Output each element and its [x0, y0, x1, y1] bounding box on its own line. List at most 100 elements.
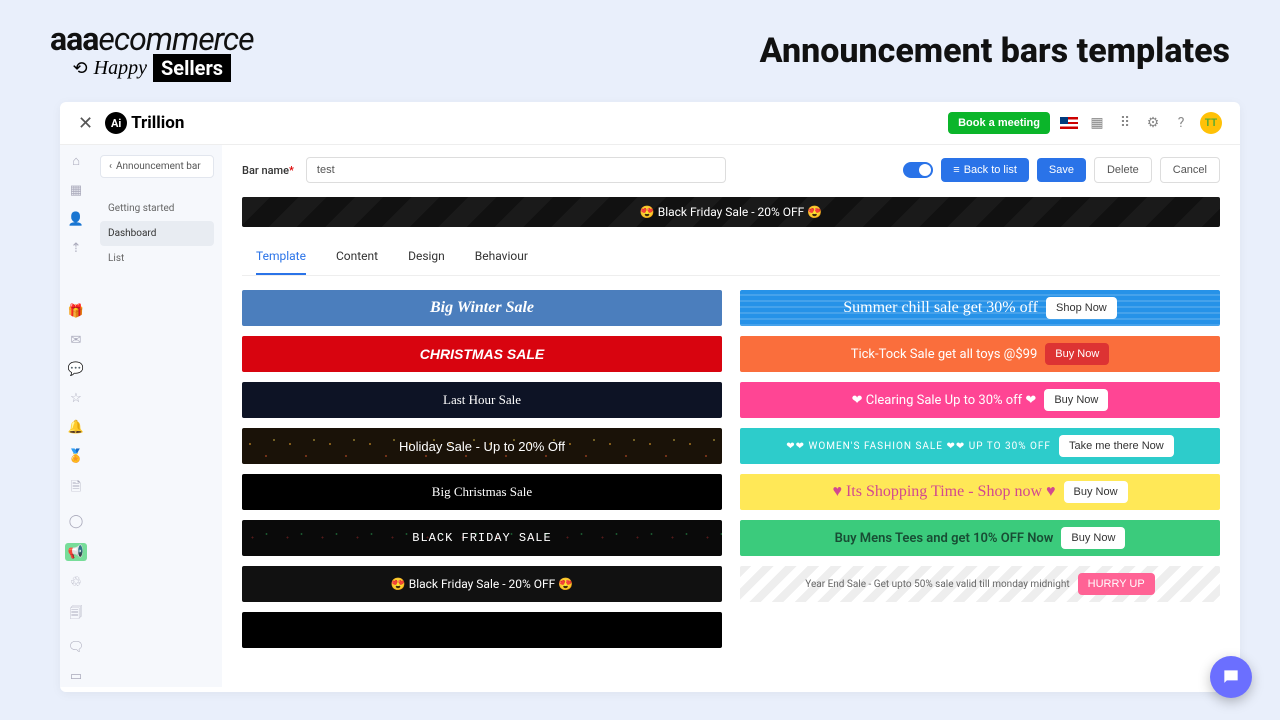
- template-bar-text: CHRISTMAS SALE: [420, 346, 544, 362]
- template-bar-text: BLACK FRIDAY SALE: [412, 531, 551, 545]
- home-icon[interactable]: ⌂: [72, 153, 80, 169]
- brand-happy: Happy: [94, 57, 147, 80]
- template-bar[interactable]: ❤ Clearing Sale Up to 30% off ❤ Buy Now: [740, 382, 1220, 418]
- template-bar-text: ♥ Its Shopping Time - Shop now ♥: [832, 483, 1055, 501]
- active-toggle[interactable]: [903, 162, 933, 178]
- template-bar[interactable]: ♥ Its Shopping Time - Shop now ♥ Buy Now: [740, 474, 1220, 510]
- megaphone-icon[interactable]: 📢: [65, 543, 87, 561]
- brand-arrow-icon: ⟲: [73, 58, 88, 79]
- cancel-button[interactable]: Cancel: [1160, 157, 1220, 183]
- app-logo[interactable]: Ai Trillion: [105, 112, 184, 134]
- news-icon[interactable]: ▦: [1088, 114, 1106, 132]
- grid-icon[interactable]: ▦: [70, 183, 82, 198]
- brand-sellers: Sellers: [153, 54, 231, 82]
- template-bar[interactable]: Big Christmas Sale: [242, 474, 722, 510]
- sidebar-item-getting-started[interactable]: Getting started: [100, 196, 214, 221]
- icon-strip: ⌂ ▦ 👤 ⇡ 🎁 ✉ 💬 ☆ 🔔 🏅 🗎 ◯ 📢 ♲ 🗐 🗨 ▭: [60, 145, 92, 687]
- topbar: ✕ Ai Trillion Book a meeting ▦ ⠿ ⚙ ? TT: [60, 102, 1240, 145]
- message-icon[interactable]: 💬: [68, 362, 84, 377]
- template-cta-button[interactable]: Buy Now: [1064, 481, 1128, 503]
- chart-icon[interactable]: ⇡: [71, 241, 82, 256]
- template-cta-button[interactable]: Shop Now: [1046, 297, 1117, 319]
- sidebar-back-label: Announcement bar: [116, 161, 201, 172]
- bar-name-label: Bar name*: [242, 164, 294, 177]
- templates-grid: Big Winter Sale CHRISTMAS SALE Last Hour S…: [242, 290, 1220, 648]
- settings-icon[interactable]: ⚙: [1144, 114, 1162, 132]
- template-bar-text: Big Winter Sale: [430, 299, 534, 317]
- template-bar-text: Big Christmas Sale: [432, 484, 532, 500]
- bell-icon[interactable]: 🔔: [68, 420, 84, 435]
- template-bar-text: ❤ Clearing Sale Up to 30% off ❤: [852, 393, 1037, 408]
- page-title: Announcement bars templates: [760, 31, 1230, 71]
- template-bar[interactable]: Tick-Tock Sale get all toys @$99 Buy Now: [740, 336, 1220, 372]
- template-bar-text: Holiday Sale - Up to 20% Off: [399, 439, 565, 454]
- template-bar[interactable]: Big Winter Sale: [242, 290, 722, 326]
- template-cta-button[interactable]: Buy Now: [1044, 389, 1108, 411]
- template-bar[interactable]: [242, 612, 722, 648]
- logo-ai-badge: Ai: [105, 112, 127, 134]
- sidebar-back-button[interactable]: ‹ Announcement bar: [100, 155, 214, 178]
- close-icon[interactable]: ✕: [78, 113, 93, 134]
- template-cta-button[interactable]: Buy Now: [1045, 343, 1109, 365]
- logo-text: Trillion: [131, 113, 184, 133]
- controls-row: Bar name* ≡ Back to list Save Delete Can…: [242, 157, 1220, 183]
- sidebar: ‹ Announcement bar Getting startedDashbo…: [92, 145, 222, 687]
- templates-col-right: Summer chill sale get 30% off Shop Now Tic…: [740, 290, 1220, 648]
- template-bar-text: Summer chill sale get 30% off: [843, 299, 1038, 317]
- doc-icon[interactable]: 🗎: [71, 478, 81, 500]
- preview-bar: 😍 Black Friday Sale - 20% OFF 😍: [242, 197, 1220, 227]
- delete-button[interactable]: Delete: [1094, 157, 1152, 183]
- chat2-icon[interactable]: 🗨: [68, 640, 85, 655]
- list-icon: ≡: [953, 164, 959, 176]
- file-icon[interactable]: 🗐: [70, 604, 83, 626]
- mail-icon[interactable]: ✉: [71, 333, 82, 348]
- window-icon[interactable]: ▭: [70, 669, 82, 684]
- circle-icon[interactable]: ◯: [69, 514, 84, 529]
- tabs: Template Content Design Behaviour: [242, 239, 1220, 276]
- template-bar[interactable]: CHRISTMAS SALE: [242, 336, 722, 372]
- avatar[interactable]: TT: [1200, 112, 1222, 134]
- template-bar[interactable]: 😍 Black Friday Sale - 20% OFF 😍: [242, 566, 722, 602]
- save-button[interactable]: Save: [1037, 158, 1086, 182]
- template-bar-text: Tick-Tock Sale get all toys @$99: [851, 347, 1038, 362]
- bar-name-input[interactable]: [306, 157, 726, 183]
- template-bar-text: 😍 Black Friday Sale - 20% OFF 😍: [391, 577, 573, 591]
- template-cta-button[interactable]: Take me there Now: [1059, 435, 1174, 457]
- template-bar-text: ❤❤ WOMEN'S FASHION SALE ❤❤ UP TO 30% OFF: [786, 441, 1051, 452]
- help-icon[interactable]: ?: [1172, 114, 1190, 132]
- template-bar[interactable]: Holiday Sale - Up to 20% Off: [242, 428, 722, 464]
- template-bar[interactable]: Last Hour Sale: [242, 382, 722, 418]
- template-cta-button[interactable]: Buy Now: [1061, 527, 1125, 549]
- sidebar-item-dashboard[interactable]: Dashboard: [100, 221, 214, 246]
- template-bar[interactable]: Summer chill sale get 30% off Shop Now: [740, 290, 1220, 326]
- back-to-list-label: Back to list: [964, 164, 1017, 176]
- back-to-list-button[interactable]: ≡ Back to list: [941, 158, 1029, 182]
- flag-icon[interactable]: [1060, 117, 1078, 129]
- user-icon[interactable]: 👤: [68, 212, 84, 227]
- tab-design[interactable]: Design: [408, 239, 445, 275]
- gift-icon[interactable]: 🎁: [68, 304, 84, 319]
- template-cta-button[interactable]: HURRY UP: [1078, 573, 1155, 595]
- template-bar-text: Buy Mens Tees and get 10% OFF Now: [835, 531, 1054, 546]
- sidebar-item-list[interactable]: List: [100, 246, 214, 271]
- apps-icon[interactable]: ⠿: [1116, 114, 1134, 132]
- template-bar[interactable]: Year End Sale - Get upto 50% sale valid …: [740, 566, 1220, 602]
- template-bar[interactable]: BLACK FRIDAY SALE: [242, 520, 722, 556]
- tree-icon[interactable]: ♲: [70, 575, 82, 590]
- tab-template[interactable]: Template: [256, 239, 306, 275]
- tab-content[interactable]: Content: [336, 239, 378, 275]
- book-meeting-button[interactable]: Book a meeting: [948, 112, 1050, 134]
- brand-logo: aaaecommerce ⟲ Happy Sellers: [50, 20, 254, 82]
- template-bar-text: Year End Sale - Get upto 50% sale valid …: [805, 579, 1069, 590]
- star-icon[interactable]: ☆: [70, 391, 82, 406]
- templates-col-left: Big Winter Sale CHRISTMAS SALE Last Hour S…: [242, 290, 722, 648]
- app-window: ✕ Ai Trillion Book a meeting ▦ ⠿ ⚙ ? TT …: [60, 102, 1240, 692]
- template-bar[interactable]: ❤❤ WOMEN'S FASHION SALE ❤❤ UP TO 30% OFF…: [740, 428, 1220, 464]
- main-panel: Bar name* ≡ Back to list Save Delete Can…: [222, 145, 1240, 687]
- badge-icon[interactable]: 🏅: [68, 449, 84, 464]
- template-bar-text: Last Hour Sale: [443, 392, 521, 408]
- tab-behaviour[interactable]: Behaviour: [475, 239, 528, 275]
- chat-widget-icon[interactable]: [1210, 656, 1252, 698]
- chevron-left-icon: ‹: [109, 161, 112, 172]
- template-bar[interactable]: Buy Mens Tees and get 10% OFF Now Buy Now: [740, 520, 1220, 556]
